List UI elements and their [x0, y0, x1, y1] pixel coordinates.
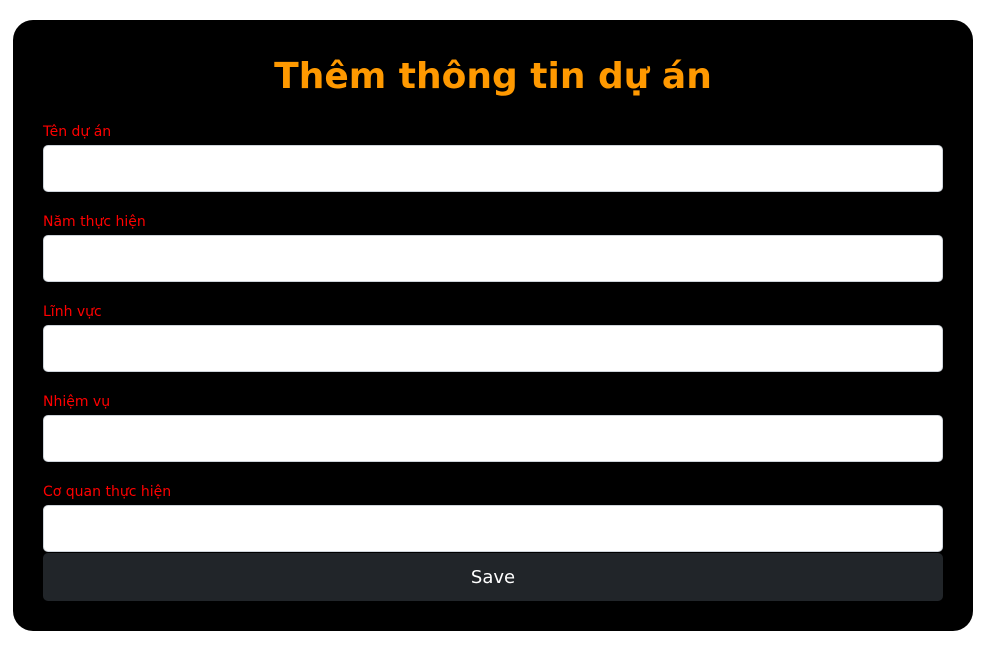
project-form-card: Thêm thông tin dự án Tên dự án Năm thực …: [13, 20, 973, 631]
project-name-label: Tên dự án: [43, 124, 112, 140]
domain-label: Lĩnh vực: [43, 304, 102, 320]
form-fields: Tên dự án Năm thực hiện Lĩnh vực Nhiệm v…: [43, 124, 943, 569]
project-name-input[interactable]: [43, 145, 943, 192]
field-domain: Lĩnh vực: [43, 304, 943, 389]
agency-input[interactable]: [43, 505, 943, 552]
agency-label: Cơ quan thực hiện: [43, 484, 172, 500]
task-label: Nhiệm vụ: [43, 394, 111, 410]
field-task: Nhiệm vụ: [43, 394, 943, 479]
form-title: Thêm thông tin dự án: [274, 56, 712, 97]
field-project-name: Tên dự án: [43, 124, 943, 209]
year-label: Năm thực hiện: [43, 214, 146, 230]
save-button[interactable]: Save: [43, 553, 943, 601]
task-input[interactable]: [43, 415, 943, 462]
year-input[interactable]: [43, 235, 943, 282]
domain-input[interactable]: [43, 325, 943, 372]
field-year: Năm thực hiện: [43, 214, 943, 299]
